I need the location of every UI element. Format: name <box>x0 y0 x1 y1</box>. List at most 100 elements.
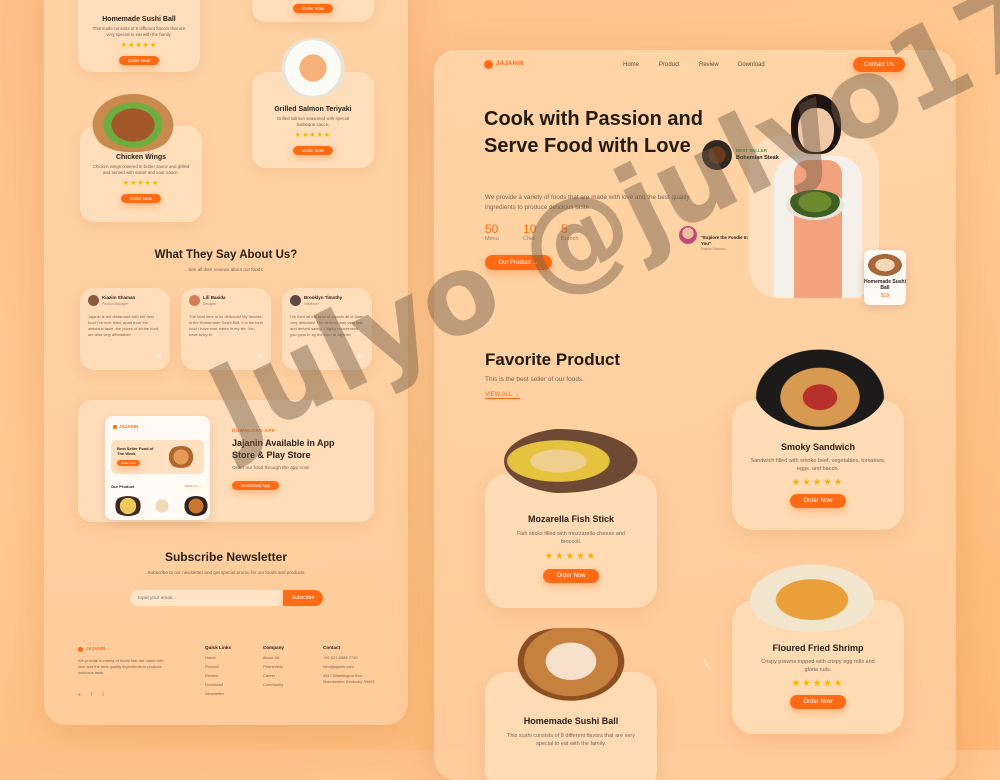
salmon-dish-image <box>280 38 346 98</box>
mockup-logo: JAJANIN <box>119 424 139 429</box>
testimonials-title: What They Say About Us? <box>154 249 298 261</box>
footer-column-title: Quick Links <box>205 645 232 650</box>
footer-link[interactable]: Product <box>205 664 255 670</box>
footer-link[interactable]: Home <box>205 655 255 661</box>
mockup-view-all: VIEW ALL → <box>184 484 202 488</box>
mini-card-title: Homemade Sushi Ball <box>864 279 906 291</box>
mockup-banner-text: Best Seller Food of The Week <box>117 446 154 456</box>
reviewer-name: Kiazim Shaman <box>102 295 136 300</box>
favorites-subtitle: This is the best seller of our foods. <box>485 376 584 383</box>
product-title: Chicken Wings <box>115 154 167 161</box>
product-card-sushi: Homemade Sushi Ball This sushi consists … <box>78 0 200 72</box>
footer-column-title: Contact <box>323 645 341 650</box>
download-app-button[interactable]: Download App <box>232 481 280 490</box>
rating-stars: ★★★★★ <box>544 551 598 562</box>
stat-number: 50 <box>485 222 499 236</box>
order-now-button[interactable]: Order Now <box>121 194 161 203</box>
footer-link[interactable]: Download <box>205 682 255 688</box>
footer-link[interactable]: Review <box>205 673 255 679</box>
footer-column-contact: Contact +62 821 8888 7710 info@jajanin.com… <box>323 645 375 688</box>
reviewer-role: Designer <box>203 302 217 306</box>
stat-label: Chef <box>523 236 535 242</box>
product-desc: This sushi consists of 8 different flavo… <box>507 733 635 747</box>
landing-page-preview-left: Homemade Sushi Ball This sushi consists … <box>44 0 408 725</box>
facebook-icon[interactable]: f <box>91 692 92 698</box>
slider-arrow-icon[interactable]: ╲ <box>704 660 710 671</box>
nav-download[interactable]: Download <box>738 62 765 68</box>
footer-link[interactable]: info@jajanin.com <box>323 664 375 670</box>
stat-item: 5 Branch <box>561 222 578 242</box>
product-title: Smoky Sandwich <box>780 442 856 452</box>
contact-us-button[interactable]: Contact Us <box>853 57 905 72</box>
brand-name[interactable]: JAJANIN <box>496 61 524 67</box>
logo-icon <box>78 647 83 652</box>
product-card-top: Order Now <box>252 0 374 22</box>
email-input[interactable] <box>130 590 282 606</box>
reviewer-name: Lili Basida <box>203 295 226 300</box>
mockup-banner: Best Seller Food of The Week Order Now <box>111 440 204 474</box>
footer-link[interactable]: 4517 Washington Ave. Manchester, Kentuck… <box>323 673 375 685</box>
quote-icon: ❞ <box>256 352 263 366</box>
testimonials-subtitle: See all their reviews about our foods. <box>188 267 264 272</box>
product-card-fish-stick: Mozarella Fish Stick Fish sticks filled … <box>485 474 657 608</box>
product-desc: Grilled salmon seasoned with special bar… <box>276 116 350 127</box>
order-now-button[interactable]: Order Now <box>790 695 846 709</box>
stat-label: Branch <box>561 236 579 242</box>
hero-title: Cook with Passion and Serve Food with Lo… <box>484 108 703 157</box>
quote-icon: ❞ <box>357 352 364 366</box>
subscribe-button[interactable]: Subscribe <box>283 590 323 606</box>
app-eyebrow: DOWNLOAD APP <box>232 428 276 433</box>
sushi-ball-dish-image <box>516 628 626 702</box>
steak-thumb <box>702 140 732 170</box>
footer-link[interactable]: About Us <box>263 655 313 661</box>
mockup-thumb-1 <box>113 496 143 516</box>
hero-stats: 50 Menu 10 Chef 5 Branch <box>485 222 645 246</box>
mockup-banner-button: Order Now <box>117 460 140 466</box>
nav-product[interactable]: Product <box>659 62 680 68</box>
instagram-icon[interactable]: ● <box>78 692 81 698</box>
rating-stars: ★★★★★ <box>120 42 158 49</box>
review-text: The food here is so delicious! My favori… <box>189 314 263 337</box>
rating-stars: ★★★★★ <box>791 477 845 488</box>
stat-number: 10 <box>523 222 537 236</box>
nav-review[interactable]: Review <box>699 62 719 68</box>
stat-item: 50 Menu <box>485 222 499 242</box>
footer: JAJANIN We provide a variety of foods th… <box>78 645 378 715</box>
footer-column-quick-links: Quick Links Home Product Review Download News… <box>205 645 255 700</box>
avatar <box>189 295 200 306</box>
nav-home[interactable]: Home <box>623 62 639 68</box>
footer-link[interactable]: Partnership <box>263 664 313 670</box>
logo-icon <box>484 60 493 69</box>
order-now-button[interactable]: Order Now <box>543 569 599 583</box>
review-text: I've tried all the food at Jajanin all o… <box>290 314 364 337</box>
order-now-button[interactable]: Order Now <box>119 56 159 65</box>
reviewer-name: Brooklyn Timothy <box>304 295 343 300</box>
our-product-button[interactable]: Our Product → <box>485 255 552 270</box>
twitter-icon[interactable]: t <box>102 692 103 698</box>
quote-icon: ❞ <box>155 352 162 366</box>
avatar <box>679 226 697 244</box>
app-title: Jajanin Available in App Store & Play St… <box>232 438 335 460</box>
best-seller-name: Bohemian Steak <box>736 155 779 161</box>
chicken-wings-image <box>90 92 176 152</box>
order-now-button[interactable]: Order Now <box>790 494 846 508</box>
order-now-button[interactable]: Order Now <box>293 146 333 155</box>
product-desc: Sandwich filled with smoke beef, vegetab… <box>750 458 886 472</box>
footer-column-company: Company About Us Partnership Career Communit… <box>263 645 313 691</box>
footer-link[interactable]: Career <box>263 673 313 679</box>
footer-link[interactable]: Community <box>263 682 313 688</box>
footer-link[interactable]: +62 821 8888 7710 <box>323 655 375 661</box>
sandwich-dish-image <box>754 348 886 430</box>
mockup-thumb-3 <box>183 496 209 516</box>
landing-page-preview-right: JAJANIN Home Product Review Download Con… <box>434 50 956 780</box>
fish-stick-dish-image <box>504 428 640 494</box>
newsletter-desc: Subscribe to our newsletter and get spec… <box>147 570 305 575</box>
order-now-button[interactable]: Order Now <box>293 4 333 13</box>
testimonial-card: Lili Basida Designer The food here is so… <box>181 288 271 370</box>
view-all-link[interactable]: VIEW ALL → <box>485 392 520 399</box>
reviewer-role: Influencer <box>304 302 319 306</box>
mini-product-card[interactable]: Homemade Sushi Ball $18 <box>864 250 906 305</box>
product-title: Homemade Sushi Ball <box>523 716 619 726</box>
footer-link[interactable]: Newsletter <box>205 691 255 697</box>
footer-column-title: Company <box>263 645 284 650</box>
